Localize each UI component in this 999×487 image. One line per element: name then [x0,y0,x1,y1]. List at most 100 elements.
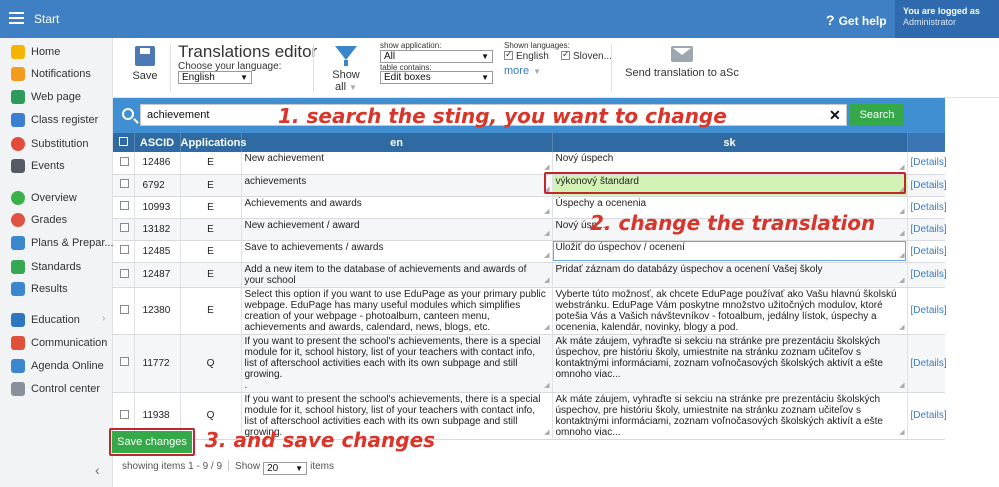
resize-grip-icon[interactable]: ◢ [899,427,904,438]
row-checkbox[interactable] [120,357,129,366]
sk-text: Ak máte záujem, vyhraďte si sekciu na st… [555,393,884,438]
en-text-cell[interactable]: Select this option if you want to use Ed… [241,287,553,335]
sk-translation-field[interactable]: Vyberte túto možnosť, ak chcete EduPage … [552,287,908,335]
en-text-cell[interactable]: Add a new item to the database of achiev… [241,262,553,288]
row-checkbox[interactable] [120,179,129,188]
sidebar-item-grades[interactable]: Grades [0,210,113,230]
resize-grip-icon[interactable]: ◢ [544,275,549,286]
en-text-cell[interactable]: New achievement / award ◢ [241,218,553,241]
resize-grip-icon[interactable]: ◢ [899,162,904,173]
row-checkbox[interactable] [120,156,129,166]
sk-translation-field[interactable]: Nový úspech ◢ [552,152,908,175]
en-text-cell[interactable]: Achievements and awards ◢ [241,196,553,219]
en-text-cell[interactable]: If you want to present the school's achi… [241,334,553,393]
row-checkbox-cell[interactable] [113,218,135,241]
app-title[interactable]: Start [34,12,59,26]
sidebar-item-class-register[interactable]: Class register [0,110,113,130]
details-link[interactable]: [Details] [907,196,947,219]
details-link[interactable]: [Details] [907,174,947,197]
sk-translation-field[interactable]: Uložiť do úspechov / ocenení ◢ [552,240,908,263]
resize-grip-icon[interactable]: ◢ [544,322,549,333]
row-checkbox-cell[interactable] [113,240,135,263]
sk-translation-field[interactable]: Ak máte záujem, vyhraďte si sekciu na st… [552,392,908,440]
details-link[interactable]: [Details] [907,262,947,288]
resize-grip-icon[interactable]: ◢ [899,250,904,261]
help-link[interactable]: ? Get help [826,12,887,28]
table-contains-select[interactable]: Edit boxes ▼ [380,71,493,84]
details-link[interactable]: [Details] [907,334,947,393]
resize-grip-icon[interactable]: ◢ [899,206,904,217]
row-checkbox-cell[interactable] [113,152,135,175]
row-checkbox[interactable] [120,201,129,210]
resize-grip-icon[interactable]: ◢ [544,250,549,261]
resize-grip-icon[interactable]: ◢ [544,427,549,438]
send-translation-button[interactable]: Send translation to aSc [618,46,746,79]
sidebar-item-control-center[interactable]: Control center [0,379,113,399]
column-header-sk[interactable]: sk [552,133,908,152]
sidebar-item-substitution[interactable]: Substitution [0,134,113,154]
top-bar: Start ? Get help You are logged as Admini… [0,0,999,38]
row-checkbox-cell[interactable] [113,334,135,393]
select-all-checkbox[interactable] [118,136,128,146]
english-checkbox[interactable]: English [504,49,549,62]
slovak-checkbox[interactable]: Sloven... [561,49,612,62]
collapse-sidebar-icon[interactable]: ‹ [95,462,100,478]
column-header-applications[interactable]: Applications [180,133,247,152]
row-checkbox[interactable] [120,304,129,314]
resize-grip-icon[interactable]: ◢ [544,228,549,239]
sidebar-item-education[interactable]: Education › [0,310,113,330]
resize-grip-icon[interactable]: ◢ [899,275,904,286]
sidebar-item-plans-prepar[interactable]: Plans & Prepar... [0,233,114,253]
details-link[interactable]: [Details] [907,240,947,263]
sidebar-item-events[interactable]: Events [0,156,113,176]
gear-icon [11,382,25,396]
en-text-cell[interactable]: achievements ◢ [241,174,553,197]
sidebar-item-results[interactable]: Results [0,279,113,299]
sidebar-item-home[interactable]: Home [0,42,113,62]
highlight-box-translation [544,172,906,194]
column-header-en[interactable]: en [241,133,553,152]
show-application-select[interactable]: All ▼ [380,50,493,63]
row-checkbox[interactable] [120,268,129,278]
details-link[interactable]: [Details] [907,218,947,241]
sk-translation-field[interactable]: Ak máte záujem, vyhraďte si sekciu na st… [552,334,908,393]
sidebar-item-overview[interactable]: Overview [0,188,113,208]
details-link[interactable]: [Details] [907,287,947,335]
resize-grip-icon[interactable]: ◢ [899,380,904,391]
chat-icon [11,336,25,350]
row-checkbox-cell[interactable] [113,196,135,219]
sidebar-item-standards[interactable]: Standards [0,257,113,277]
resize-grip-icon[interactable]: ◢ [899,322,904,333]
row-checkbox-cell[interactable] [113,174,135,197]
en-text-cell[interactable]: New achievement ◢ [241,152,553,175]
menu-icon[interactable] [9,12,24,24]
details-link[interactable]: [Details] [907,152,947,175]
save-button[interactable]: Save [129,46,161,82]
resize-grip-icon[interactable]: ◢ [544,380,549,391]
en-text-cell[interactable]: Save to achievements / awards ◢ [241,240,553,263]
bar-chart-icon [11,282,25,296]
resize-grip-icon[interactable]: ◢ [544,162,549,173]
sidebar-item-agenda-online[interactable]: Agenda Online [0,356,113,376]
sidebar-item-notifications[interactable]: Notifications [0,64,113,84]
login-info[interactable]: You are logged as Administrator [895,0,999,38]
sidebar-item-web-page[interactable]: Web page [0,87,113,107]
row-checkbox-cell[interactable] [113,287,135,335]
details-link[interactable]: [Details] [907,392,947,440]
resize-grip-icon[interactable]: ◢ [899,228,904,239]
clear-search-icon[interactable]: ✕ [829,107,841,124]
language-select[interactable]: English ▼ [178,71,252,84]
resize-grip-icon[interactable]: ◢ [544,206,549,217]
sk-translation-field[interactable]: Pridať záznam do databázy úspechov a oce… [552,262,908,288]
row-checkbox[interactable] [120,245,129,254]
show-all-button[interactable]: Show all ▼ [320,46,372,93]
more-languages-link[interactable]: more ▼ [504,65,541,77]
sidebar-item-communication[interactable]: Communication › [0,333,113,353]
row-checkbox-cell[interactable] [113,262,135,288]
search-button[interactable]: Search [850,104,904,126]
row-checkbox[interactable] [120,223,129,232]
row-checkbox[interactable] [120,409,129,419]
page-size-select[interactable]: 20 ▼ [263,462,308,475]
select-all-checkbox-cell[interactable] [113,133,135,152]
column-header-ascid[interactable]: ASCID [134,133,181,152]
